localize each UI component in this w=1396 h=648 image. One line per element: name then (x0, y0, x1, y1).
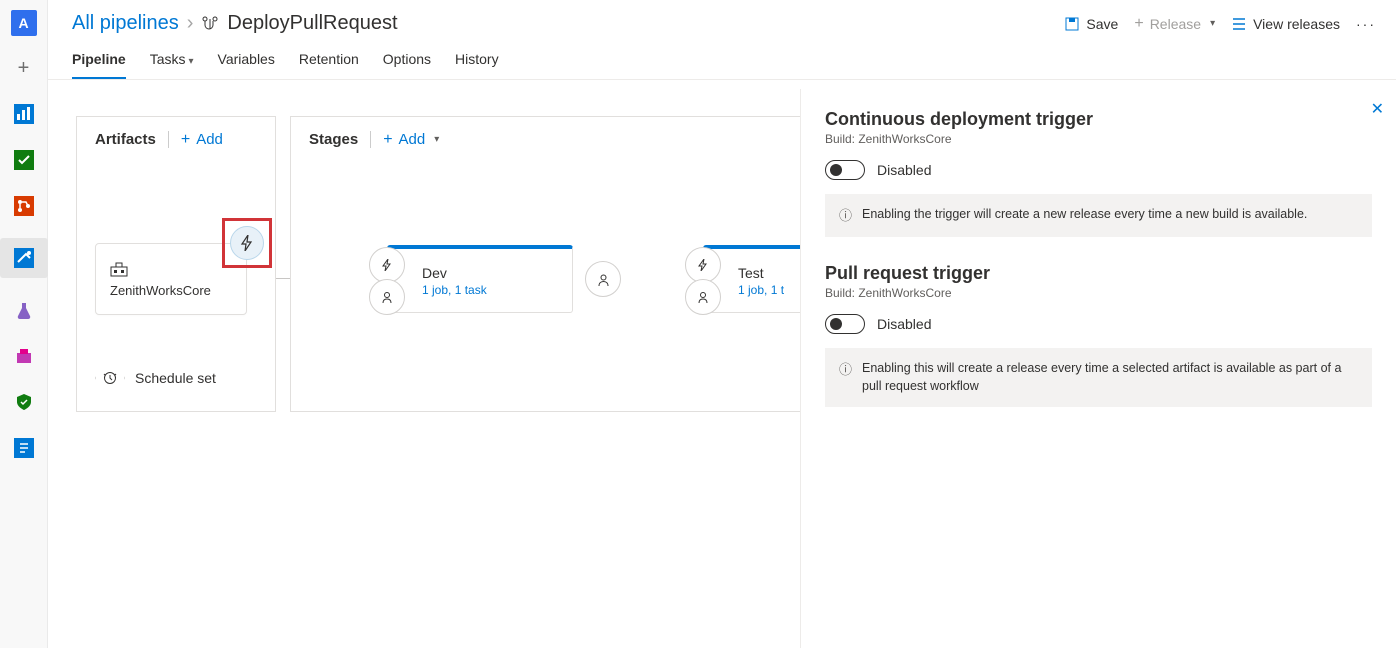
artifact-name: ZenithWorksCore (110, 283, 246, 298)
stages-header: Stages (309, 131, 358, 148)
pipelines-icon[interactable] (0, 238, 48, 278)
stage-dev-jobs[interactable]: 1 job, 1 task (422, 283, 572, 297)
tab-history[interactable]: History (455, 51, 499, 79)
chevron-down-icon: ▾ (188, 56, 193, 67)
breadcrumb-root[interactable]: All pipelines (72, 12, 179, 35)
view-releases-button[interactable]: View releases (1231, 16, 1340, 32)
pr-trigger-subtitle: Build: ZenithWorksCore (825, 286, 1372, 300)
schedule-row[interactable]: Schedule set (95, 363, 216, 393)
repos-icon[interactable] (10, 192, 38, 220)
stage-dev-name: Dev (422, 265, 572, 281)
save-label: Save (1086, 16, 1118, 32)
artifact-card[interactable]: ZenithWorksCore (95, 243, 247, 315)
pr-trigger-toggle[interactable] (825, 314, 865, 334)
tab-retention[interactable]: Retention (299, 51, 359, 79)
cd-trigger-subtitle: Build: ZenithWorksCore (825, 132, 1372, 146)
pr-trigger-title: Pull request trigger (825, 263, 1372, 284)
lightning-icon (240, 235, 254, 251)
plus-icon: + (383, 132, 392, 148)
approvers-test[interactable] (685, 279, 721, 315)
pipeline-type-icon (201, 15, 219, 33)
pr-trigger-state: Disabled (877, 316, 931, 332)
postdeploy-conditions-dev[interactable] (585, 261, 621, 297)
release-button[interactable]: + Release ▾ (1134, 15, 1215, 33)
tab-tasks[interactable]: Tasks▾ (150, 51, 194, 79)
main-area: All pipelines › DeployPullRequest Save +… (48, 0, 1396, 648)
tab-options[interactable]: Options (383, 51, 431, 79)
view-releases-label: View releases (1253, 16, 1340, 32)
predeploy-conditions-test[interactable] (685, 247, 721, 283)
person-icon (697, 291, 709, 303)
save-icon (1064, 16, 1080, 32)
release-label: Release (1150, 16, 1201, 32)
header-actions: Save + Release ▾ View releases ··· (1064, 15, 1376, 33)
schedule-icon (95, 363, 125, 393)
info-icon: ⓘ (839, 207, 852, 225)
lightning-icon (697, 259, 709, 271)
extension-icon[interactable] (10, 434, 38, 462)
pr-trigger-info-text: Enabling this will create a release ever… (862, 360, 1358, 395)
list-icon (1231, 16, 1247, 32)
tabs: Pipeline Tasks▾ Variables Retention Opti… (48, 39, 1396, 80)
trigger-flyout: ✕ Continuous deployment trigger Build: Z… (800, 89, 1396, 648)
breadcrumb: All pipelines › DeployPullRequest (72, 12, 398, 35)
boards-icon[interactable] (10, 146, 38, 174)
compliance-icon[interactable] (10, 388, 38, 416)
tab-tasks-label: Tasks (150, 51, 186, 67)
more-button[interactable]: ··· (1356, 16, 1376, 32)
save-button[interactable]: Save (1064, 16, 1118, 32)
stage-card-dev[interactable]: Dev 1 job, 1 task (387, 245, 573, 313)
person-icon (381, 291, 393, 303)
add-stage-button[interactable]: + Add ▾ (370, 131, 439, 148)
plus-icon: + (1134, 15, 1143, 33)
cd-trigger-state: Disabled (877, 162, 931, 178)
plus-icon: + (181, 132, 190, 148)
chevron-right-icon: › (187, 12, 194, 35)
page-title: DeployPullRequest (227, 12, 397, 35)
person-icon (597, 273, 610, 286)
info-icon: ⓘ (839, 361, 852, 379)
cd-trigger-info: ⓘ Enabling the trigger will create a new… (825, 194, 1372, 237)
add-icon[interactable]: + (10, 54, 38, 82)
test-plans-icon[interactable] (10, 296, 38, 324)
add-artifact-button[interactable]: + Add (168, 131, 223, 148)
schedule-label: Schedule set (135, 370, 216, 386)
artifacts-header: Artifacts (95, 131, 156, 148)
add-stage-label: Add (399, 131, 426, 148)
artifacts-panel: Artifacts + Add ZenithWorksCore Schedule… (76, 116, 276, 412)
project-avatar[interactable]: A (11, 10, 37, 36)
artifacts-nav-icon[interactable] (10, 342, 38, 370)
cd-trigger-info-text: Enabling the trigger will create a new r… (862, 206, 1307, 224)
cd-trigger-toggle[interactable] (825, 160, 865, 180)
add-artifact-label: Add (196, 131, 223, 148)
predeploy-conditions-dev[interactable] (369, 247, 405, 283)
nav-rail: A + (0, 0, 48, 648)
dashboards-icon[interactable] (10, 100, 38, 128)
stages-panel: Stages + Add ▾ Dev 1 job, 1 task (290, 116, 830, 412)
cd-trigger-title: Continuous deployment trigger (825, 109, 1372, 130)
approvers-dev[interactable] (369, 279, 405, 315)
chevron-down-icon: ▾ (1210, 18, 1215, 29)
tab-variables[interactable]: Variables (218, 51, 275, 79)
build-icon (110, 261, 128, 277)
tab-pipeline[interactable]: Pipeline (72, 51, 126, 79)
cd-trigger-button[interactable] (230, 226, 264, 260)
chevron-down-icon: ▾ (434, 134, 439, 145)
pr-trigger-info: ⓘ Enabling this will create a release ev… (825, 348, 1372, 407)
page-header: All pipelines › DeployPullRequest Save +… (48, 0, 1396, 35)
lightning-icon (381, 259, 393, 271)
close-button[interactable]: ✕ (1371, 99, 1384, 119)
